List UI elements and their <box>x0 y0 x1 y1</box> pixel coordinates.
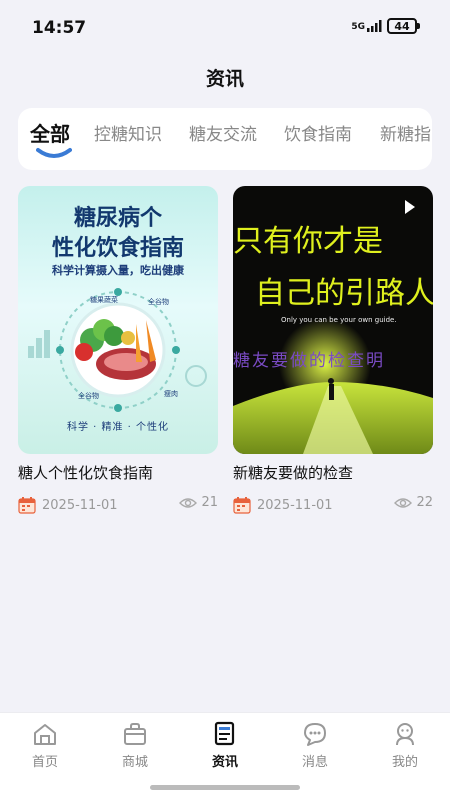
cover-line-1: 只有你才是 <box>233 224 383 259</box>
nav-item-profile[interactable]: 我的 <box>360 721 450 770</box>
calendar-icon <box>233 497 251 514</box>
active-tab-indicator <box>36 148 72 158</box>
nav-label: 资讯 <box>211 755 238 770</box>
play-icon[interactable] <box>405 200 415 214</box>
cover-footer: 科学 · 精准 · 个性化 <box>66 422 170 433</box>
eye-icon <box>394 497 413 508</box>
article-title[interactable]: 新糖友要做的检查 <box>233 462 433 483</box>
view-count-value: 22 <box>416 495 433 510</box>
calendar-icon <box>18 497 36 514</box>
article-meta: 2025-11-01 21 <box>18 495 218 515</box>
article-card[interactable]: 糖尿病个 性化饮食指南 科学计算摄入量，吃出健康 糖果蔬菜 全谷物 全谷物 瘦肉 <box>18 186 218 515</box>
svg-text:糖果蔬菜: 糖果蔬菜 <box>90 295 118 304</box>
article-date: 2025-11-01 <box>42 497 118 513</box>
nav-item-home[interactable]: 首页 <box>0 721 90 770</box>
news-doc-icon <box>214 721 235 746</box>
view-count: 22 <box>394 495 433 510</box>
article-cover-video[interactable]: 只有你才是 自己的引路人 Only you can be your own gu… <box>233 186 433 454</box>
battery-level: 44 <box>387 18 417 34</box>
view-count-value: 21 <box>201 495 218 510</box>
profile-icon <box>396 723 414 746</box>
battery-icon: 44 <box>387 18 420 34</box>
svg-text:瘦肉: 瘦肉 <box>164 389 178 398</box>
home-indicator[interactable] <box>150 785 300 790</box>
network-type-label: 5G <box>351 22 365 32</box>
category-tabbar: 全部 控糖知识 糖友交流 饮食指南 新糖指 <box>18 108 432 170</box>
nav-label: 我的 <box>391 755 418 770</box>
nav-item-shop[interactable]: 商城 <box>90 721 180 770</box>
cover-headline: 糖尿病个 性化饮食指南 <box>51 206 184 261</box>
eye-icon <box>179 497 198 508</box>
tab-community[interactable]: 糖友交流 <box>189 120 257 145</box>
cover-line-2: 自己的引路人 <box>255 276 433 311</box>
tab-sugar-control[interactable]: 控糖知识 <box>94 120 162 145</box>
nav-label: 首页 <box>31 755 58 770</box>
article-cover-image[interactable]: 糖尿病个 性化饮食指南 科学计算摄入量，吃出健康 糖果蔬菜 全谷物 全谷物 瘦肉 <box>18 186 218 454</box>
status-icons: 5G 44 <box>351 18 420 34</box>
article-card[interactable]: 只有你才是 自己的引路人 Only you can be your own gu… <box>233 186 433 515</box>
nav-label: 商城 <box>121 755 148 770</box>
page-title: 资讯 <box>205 68 244 90</box>
signal-icon: 5G <box>351 20 383 32</box>
article-meta: 2025-11-01 22 <box>233 495 433 515</box>
nav-item-news[interactable]: 资讯 <box>180 721 270 770</box>
view-count: 21 <box>179 495 218 510</box>
status-bar: 14:57 5G 44 <box>0 0 450 56</box>
tab-all[interactable]: 全部 <box>30 118 70 147</box>
diet-plate-illustration: 糖果蔬菜 全谷物 全谷物 瘦肉 <box>28 288 207 412</box>
tab-newcomer[interactable]: 新糖指 <box>380 120 431 145</box>
cover-english: Only you can be your own guide. <box>281 316 397 324</box>
cover-line-3: 糖友要做的检查明 <box>233 351 385 371</box>
message-bubble-icon <box>304 723 326 746</box>
status-time: 14:57 <box>32 18 87 38</box>
home-icon <box>34 724 56 745</box>
nav-label: 消息 <box>301 755 328 770</box>
shop-bag-icon <box>124 723 146 745</box>
cover-subhead: 科学计算摄入量，吃出健康 <box>52 264 184 277</box>
nav-item-messages[interactable]: 消息 <box>270 721 360 770</box>
svg-text:全谷物: 全谷物 <box>148 297 169 306</box>
svg-text:全谷物: 全谷物 <box>78 391 99 400</box>
tab-diet-guide[interactable]: 饮食指南 <box>284 120 352 145</box>
article-title[interactable]: 糖人个性化饮食指南 <box>18 462 218 483</box>
article-date: 2025-11-01 <box>257 497 333 513</box>
